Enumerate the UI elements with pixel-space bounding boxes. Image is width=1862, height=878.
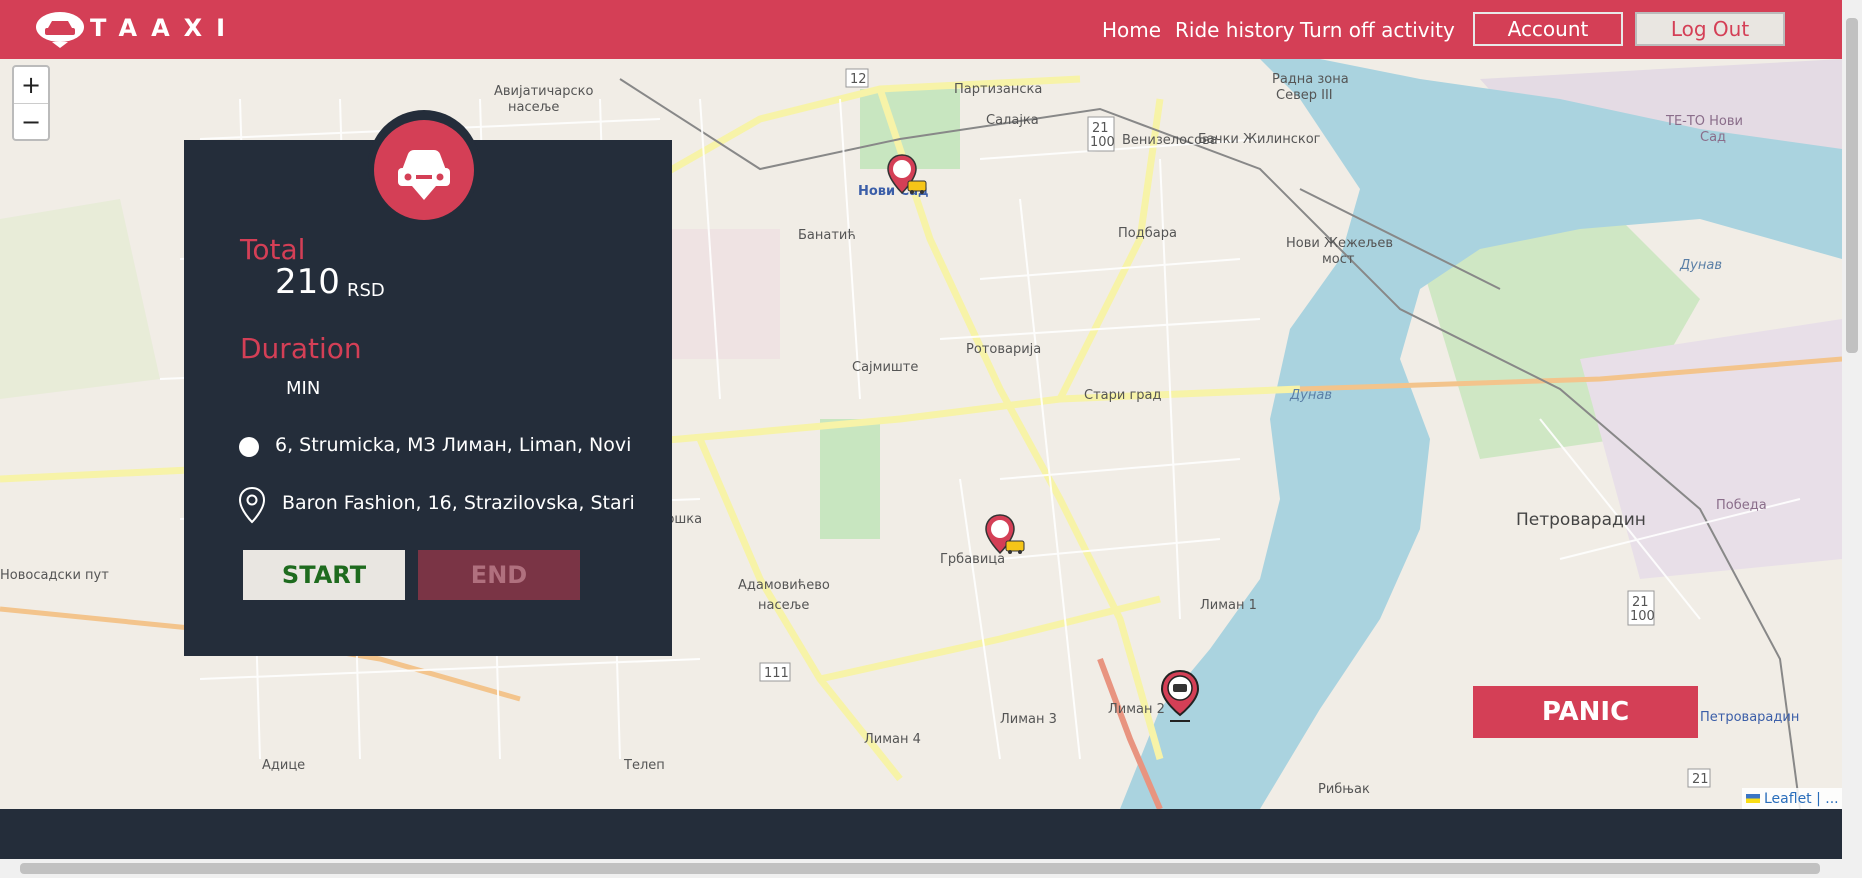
total-value: 210 xyxy=(275,262,340,302)
svg-text:мост: мост xyxy=(1322,252,1355,267)
svg-text:Стари град: Стари град xyxy=(1084,388,1162,403)
svg-text:Салајка: Салајка xyxy=(986,113,1039,128)
svg-text:Бачки Жилинског: Бачки Жилинског xyxy=(1198,132,1321,147)
logout-button[interactable]: Log Out xyxy=(1635,12,1785,46)
svg-text:111: 111 xyxy=(764,666,789,681)
end-address: Baron Fashion, 16, Strazilovska, Stari xyxy=(282,492,635,514)
svg-text:100: 100 xyxy=(1090,135,1115,150)
svg-text:Рибњак: Рибњак xyxy=(1318,782,1370,797)
svg-text:насеље: насеље xyxy=(758,598,809,613)
panic-button[interactable]: PANIC xyxy=(1473,686,1698,738)
svg-text:Лиман 2: Лиман 2 xyxy=(1108,702,1165,717)
svg-text:Партизанска: Партизанска xyxy=(954,82,1042,97)
svg-text:Радна зона: Радна зона xyxy=(1272,72,1349,87)
svg-text:Банатић: Банатић xyxy=(798,228,856,243)
nav-turn-off-activity[interactable]: Turn off activity xyxy=(1300,18,1455,42)
vertical-scrollbar-thumb[interactable] xyxy=(1846,18,1858,353)
taxi-marker-icon[interactable] xyxy=(984,513,1028,561)
start-ride-button[interactable]: START xyxy=(243,550,405,600)
svg-text:Дунав: Дунав xyxy=(1289,388,1332,403)
pin-icon xyxy=(238,486,266,524)
svg-text:Авијатичарско: Авијатичарско xyxy=(494,84,594,99)
attribution-text[interactable]: Leaflet | ... xyxy=(1764,791,1839,807)
car-location-marker-icon[interactable] xyxy=(1158,669,1202,725)
start-address: 6, Strumicka, МЗ Лиман, Liman, Novi xyxy=(275,434,632,456)
svg-text:21: 21 xyxy=(1692,772,1709,787)
svg-text:21: 21 xyxy=(1632,595,1649,610)
start-dot-icon xyxy=(239,437,259,457)
account-button[interactable]: Account xyxy=(1473,12,1623,46)
top-navbar: TAAXI Home Ride history Turn off activit… xyxy=(0,0,1842,59)
duration-unit: MIN xyxy=(286,378,321,399)
taaxi-logo[interactable]: TAAXI xyxy=(34,10,244,48)
panel-badge-inner xyxy=(374,120,474,220)
zoom-in-button[interactable]: + xyxy=(14,67,48,104)
svg-text:Ротоварија: Ротоварија xyxy=(966,342,1041,357)
taxi-marker-icon[interactable] xyxy=(886,153,930,201)
svg-text:Сајмиште: Сајмиште xyxy=(852,360,918,375)
svg-text:Подбара: Подбара xyxy=(1118,226,1177,241)
svg-text:Адамовићево: Адамовићево xyxy=(738,578,830,593)
nav-ride-history[interactable]: Ride history xyxy=(1175,18,1295,42)
svg-text:Дунав: Дунав xyxy=(1679,258,1722,273)
svg-text:100: 100 xyxy=(1630,609,1655,624)
svg-text:Адице: Адице xyxy=(262,758,305,773)
svg-text:Петроварадин: Петроварадин xyxy=(1516,510,1646,530)
nav-home[interactable]: Home xyxy=(1102,18,1161,42)
ukraine-flag-icon xyxy=(1746,794,1760,803)
horizontal-scrollbar-thumb[interactable] xyxy=(20,863,1820,874)
zoom-control: + − xyxy=(12,65,50,141)
leaflet-attribution[interactable]: Leaflet | ... xyxy=(1742,788,1842,809)
car-icon xyxy=(398,150,450,200)
svg-text:Петроварадин: Петроварадин xyxy=(1700,710,1799,725)
footer xyxy=(0,809,1842,859)
svg-text:Победа: Победа xyxy=(1716,498,1767,513)
end-ride-button[interactable]: END xyxy=(418,550,580,600)
svg-text:ТЕ-ТО Нови: ТЕ-ТО Нови xyxy=(1665,114,1743,129)
svg-text:Лиман 4: Лиман 4 xyxy=(864,732,921,747)
zoom-out-button[interactable]: − xyxy=(14,104,48,140)
total-currency: RSD xyxy=(347,280,385,301)
svg-text:21: 21 xyxy=(1092,121,1109,136)
svg-text:Новосадски пут: Новосадски пут xyxy=(0,568,109,583)
svg-text:Лиман 3: Лиман 3 xyxy=(1000,712,1057,727)
svg-text:TAAXI: TAAXI xyxy=(90,14,239,42)
svg-text:Лиман 1: Лиман 1 xyxy=(1200,598,1257,613)
svg-text:12: 12 xyxy=(850,72,867,87)
svg-text:Нови Жежељев: Нови Жежељев xyxy=(1286,236,1393,251)
duration-label: Duration xyxy=(240,332,362,365)
svg-text:Сад: Сад xyxy=(1700,130,1726,145)
svg-text:Телеп: Телеп xyxy=(623,758,665,773)
svg-text:насеље: насеље xyxy=(508,100,559,115)
svg-text:Север III: Север III xyxy=(1276,88,1333,103)
